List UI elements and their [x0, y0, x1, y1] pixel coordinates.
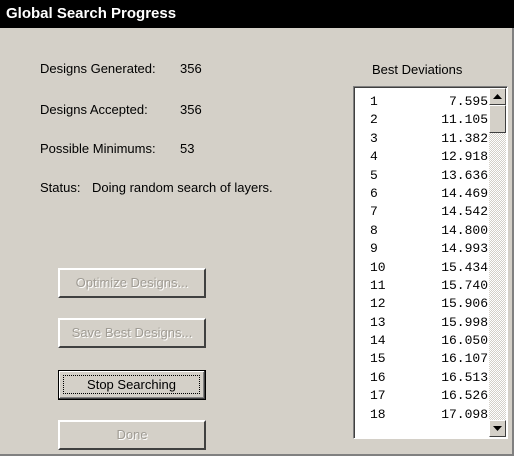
list-item[interactable]: 9 14.993: [356, 240, 488, 258]
list-item[interactable]: 7 14.542: [356, 203, 488, 221]
list-item[interactable]: 4 12.918: [356, 148, 488, 166]
list-item[interactable]: 13 15.998: [356, 314, 488, 332]
row-rank: 11: [370, 277, 386, 293]
row-deviation-value: 13.636: [441, 167, 488, 183]
row-deviation-value: 17.098: [441, 406, 488, 422]
arrow-down-icon: [493, 425, 502, 431]
stop-searching-label: Stop Searching: [63, 375, 200, 394]
list-item[interactable]: 12 15.906: [356, 295, 488, 313]
list-item[interactable]: 18 17.098: [356, 406, 488, 424]
row-deviation-value: 16.050: [441, 333, 488, 349]
row-deviation-value: 11.382: [441, 130, 488, 146]
save-best-designs-button[interactable]: Save Best Designs...: [58, 318, 206, 348]
row-rank: 7: [370, 204, 378, 220]
row-rank: 17: [370, 388, 386, 404]
row-deviation-value: 16.526: [441, 388, 488, 404]
row-deviation-value: 14.993: [441, 241, 488, 257]
list-item[interactable]: 16 16.513: [356, 369, 488, 387]
row-deviation-value: 15.740: [441, 277, 488, 293]
row-deviation-value: 15.906: [441, 296, 488, 312]
designs-generated-value: 356: [180, 61, 202, 76]
row-deviation-value: 14.800: [441, 222, 488, 238]
scrollbar-thumb[interactable]: [489, 105, 506, 133]
row-rank: 6: [370, 185, 378, 201]
list-item[interactable]: 15 16.107: [356, 350, 488, 368]
row-rank: 14: [370, 333, 386, 349]
arrow-up-icon: [493, 93, 502, 99]
status-label: Status:: [40, 180, 81, 195]
row-rank: 2: [370, 112, 378, 128]
best-deviations-rows: 1 7.595 2 11.105 3 11.382 4 12.918 5 13.636 6 14.46…: [356, 93, 488, 424]
row-deviation-value: 12.918: [441, 149, 488, 165]
row-deviation-value: 11.105: [441, 112, 488, 128]
list-item[interactable]: 8 14.800: [356, 222, 488, 240]
global-search-progress-dialog: Global Search Progress Designs Generated…: [0, 0, 514, 456]
scroll-up-button[interactable]: [489, 88, 506, 105]
row-rank: 3: [370, 130, 378, 146]
row-deviation-value: 16.513: [441, 369, 488, 385]
stop-searching-button[interactable]: Stop Searching: [58, 370, 206, 400]
row-deviation-value: 16.107: [441, 351, 488, 367]
row-rank: 10: [370, 259, 386, 275]
row-deviation-value: 14.542: [441, 204, 488, 220]
designs-accepted-label: Designs Accepted:: [40, 102, 148, 117]
title-bar[interactable]: Global Search Progress: [0, 0, 514, 28]
row-rank: 1: [370, 94, 378, 109]
list-item[interactable]: 10 15.434: [356, 259, 488, 277]
status-value: Doing random search of layers.: [92, 180, 273, 195]
row-deviation-value: 7.595: [448, 94, 488, 109]
done-button[interactable]: Done: [58, 420, 206, 450]
row-rank: 4: [370, 149, 378, 165]
list-item[interactable]: 11 15.740: [356, 277, 488, 295]
designs-generated-label: Designs Generated:: [40, 61, 156, 76]
list-item[interactable]: 5 13.636: [356, 167, 488, 185]
scroll-down-button[interactable]: [489, 420, 506, 437]
row-rank: 13: [370, 314, 386, 330]
row-rank: 8: [370, 222, 378, 238]
row-rank: 15: [370, 351, 386, 367]
row-rank: 18: [370, 406, 386, 422]
row-deviation-value: 15.998: [441, 314, 488, 330]
list-item[interactable]: 1 7.595: [356, 93, 488, 111]
list-item[interactable]: 14 16.050: [356, 332, 488, 350]
row-deviation-value: 15.434: [441, 259, 488, 275]
row-rank: 9: [370, 241, 378, 257]
row-rank: 16: [370, 369, 386, 385]
vertical-scrollbar[interactable]: [489, 88, 506, 437]
best-deviations-title: Best Deviations: [372, 62, 463, 77]
designs-accepted-value: 356: [180, 102, 202, 117]
list-item[interactable]: 6 14.469: [356, 185, 488, 203]
list-item[interactable]: 2 11.105: [356, 111, 488, 129]
optimize-designs-button[interactable]: Optimize Designs...: [58, 268, 206, 298]
list-item[interactable]: 17 16.526: [356, 387, 488, 405]
row-rank: 5: [370, 167, 378, 183]
possible-minimums-label: Possible Minimums:: [40, 141, 156, 156]
row-rank: 12: [370, 296, 386, 312]
possible-minimums-value: 53: [180, 141, 195, 156]
list-item[interactable]: 3 11.382: [356, 130, 488, 148]
row-deviation-value: 14.469: [441, 185, 488, 201]
best-deviations-list[interactable]: 1 7.595 2 11.105 3 11.382 4 12.918 5 13.636 6 14.46…: [353, 86, 508, 439]
